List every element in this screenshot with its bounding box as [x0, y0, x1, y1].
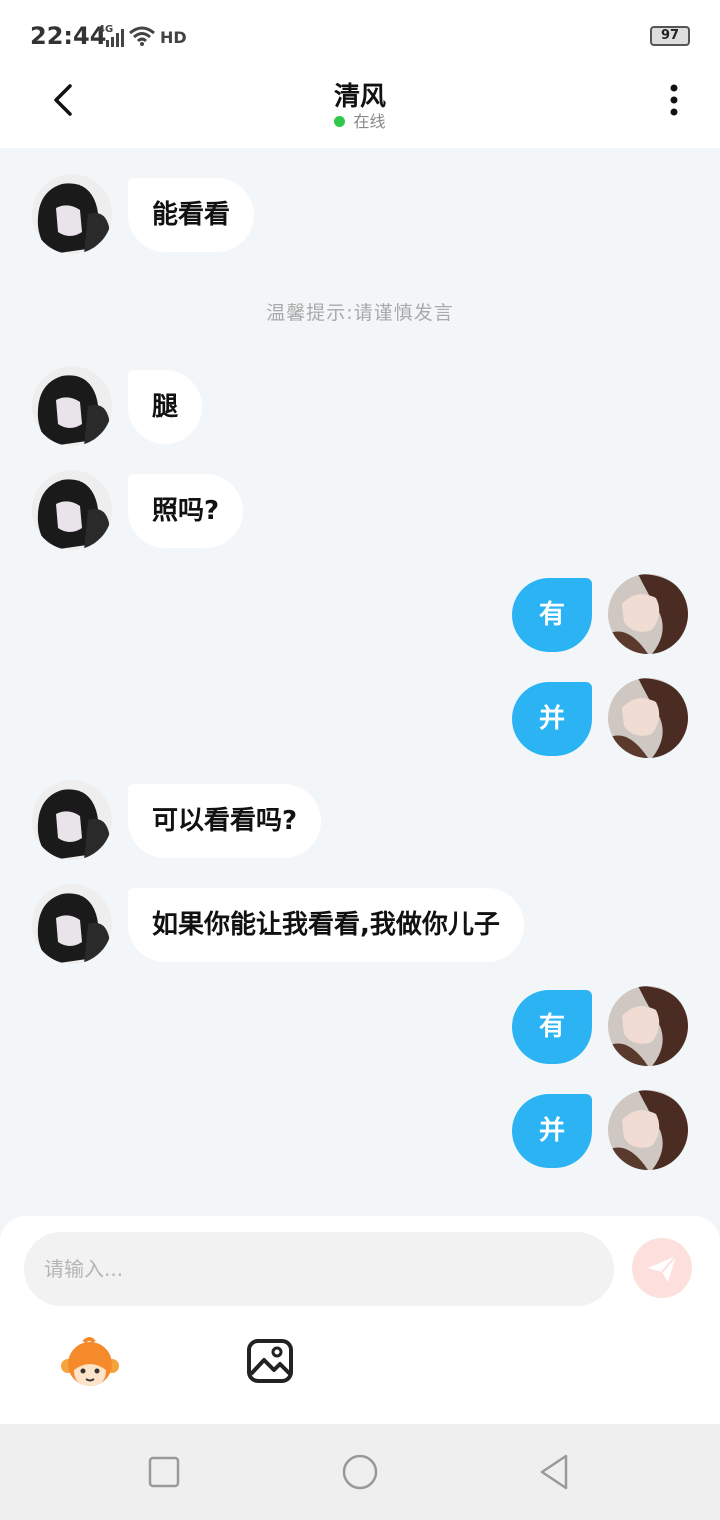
avatar[interactable] [32, 470, 112, 550]
paper-plane-icon [648, 1255, 677, 1282]
battery-indicator: 97 [650, 26, 690, 46]
incoming-message[interactable]: 照吗? [128, 474, 244, 548]
avatar[interactable] [608, 986, 688, 1066]
online-status-label: 在线 [353, 112, 386, 131]
contact-avatar-image [32, 366, 112, 446]
avatar[interactable] [32, 884, 112, 964]
message-row: 并 [0, 678, 720, 758]
hd-label: HD [160, 28, 187, 47]
outgoing-message[interactable]: 并 [512, 682, 592, 756]
user-avatar-image [608, 574, 688, 654]
contact-avatar-image [32, 174, 112, 254]
outgoing-message[interactable]: 有 [512, 578, 592, 652]
status-icons: 4G HD [98, 22, 188, 50]
wifi-icon [129, 26, 155, 46]
message-row: 如果你能让我看看,我做你儿子 [0, 884, 720, 964]
incoming-message[interactable]: 腿 [128, 370, 203, 444]
avatar[interactable] [608, 1090, 688, 1170]
avatar[interactable] [32, 780, 112, 860]
status-time: 22:44 [30, 22, 107, 50]
more-vertical-icon [670, 84, 678, 116]
incoming-message[interactable]: 能看看 [128, 178, 255, 252]
image-button[interactable] [246, 1338, 294, 1384]
circle-icon [342, 1454, 378, 1490]
send-button[interactable] [632, 1238, 692, 1298]
incoming-message[interactable]: 如果你能让我看看,我做你儿子 [128, 888, 524, 962]
monkey-emoji-icon [61, 1337, 119, 1386]
message-row: 腿 [0, 366, 720, 446]
user-avatar-image [608, 1090, 688, 1170]
avatar[interactable] [608, 574, 688, 654]
message-list[interactable]: 能看看 温馨提示:请谨慎发言 腿 照吗? 有 并 可以看看吗? 如果你能让我看看… [0, 148, 720, 1218]
composer-panel [0, 1216, 720, 1424]
message-row: 可以看看吗? [0, 780, 720, 860]
outgoing-message[interactable]: 有 [512, 990, 592, 1064]
back-nav-button[interactable] [536, 1452, 576, 1492]
contact-avatar-image [32, 780, 112, 860]
system-nav-bar [0, 1424, 720, 1520]
status-bar: 22:44 4G HD 97 [0, 0, 720, 72]
message-row: 有 [0, 986, 720, 1066]
emoji-button[interactable] [60, 1336, 120, 1392]
outgoing-message[interactable]: 并 [512, 1094, 592, 1168]
recent-apps-button[interactable] [144, 1452, 184, 1492]
user-avatar-image [608, 678, 688, 758]
message-input[interactable] [24, 1232, 614, 1306]
home-button[interactable] [340, 1452, 380, 1492]
triangle-back-icon [540, 1454, 568, 1490]
avatar[interactable] [32, 366, 112, 446]
chat-header: 清风 在线 [0, 72, 720, 148]
message-row: 照吗? [0, 470, 720, 550]
square-icon [148, 1456, 180, 1488]
system-tip: 温馨提示:请谨慎发言 [266, 302, 454, 324]
contact-avatar-image [32, 884, 112, 964]
online-status: 在线 [0, 108, 720, 132]
user-avatar-image [608, 986, 688, 1066]
image-icon [247, 1339, 293, 1383]
incoming-message[interactable]: 可以看看吗? [128, 784, 322, 858]
message-row: 有 [0, 574, 720, 654]
message-row: 并 [0, 1090, 720, 1170]
avatar[interactable] [608, 678, 688, 758]
online-dot [334, 116, 346, 127]
battery-level: 97 [660, 28, 680, 43]
signal-icon [106, 29, 124, 47]
avatar[interactable] [32, 174, 112, 254]
more-options-button[interactable] [664, 82, 684, 122]
message-row: 能看看 [0, 174, 720, 254]
contact-avatar-image [32, 470, 112, 550]
